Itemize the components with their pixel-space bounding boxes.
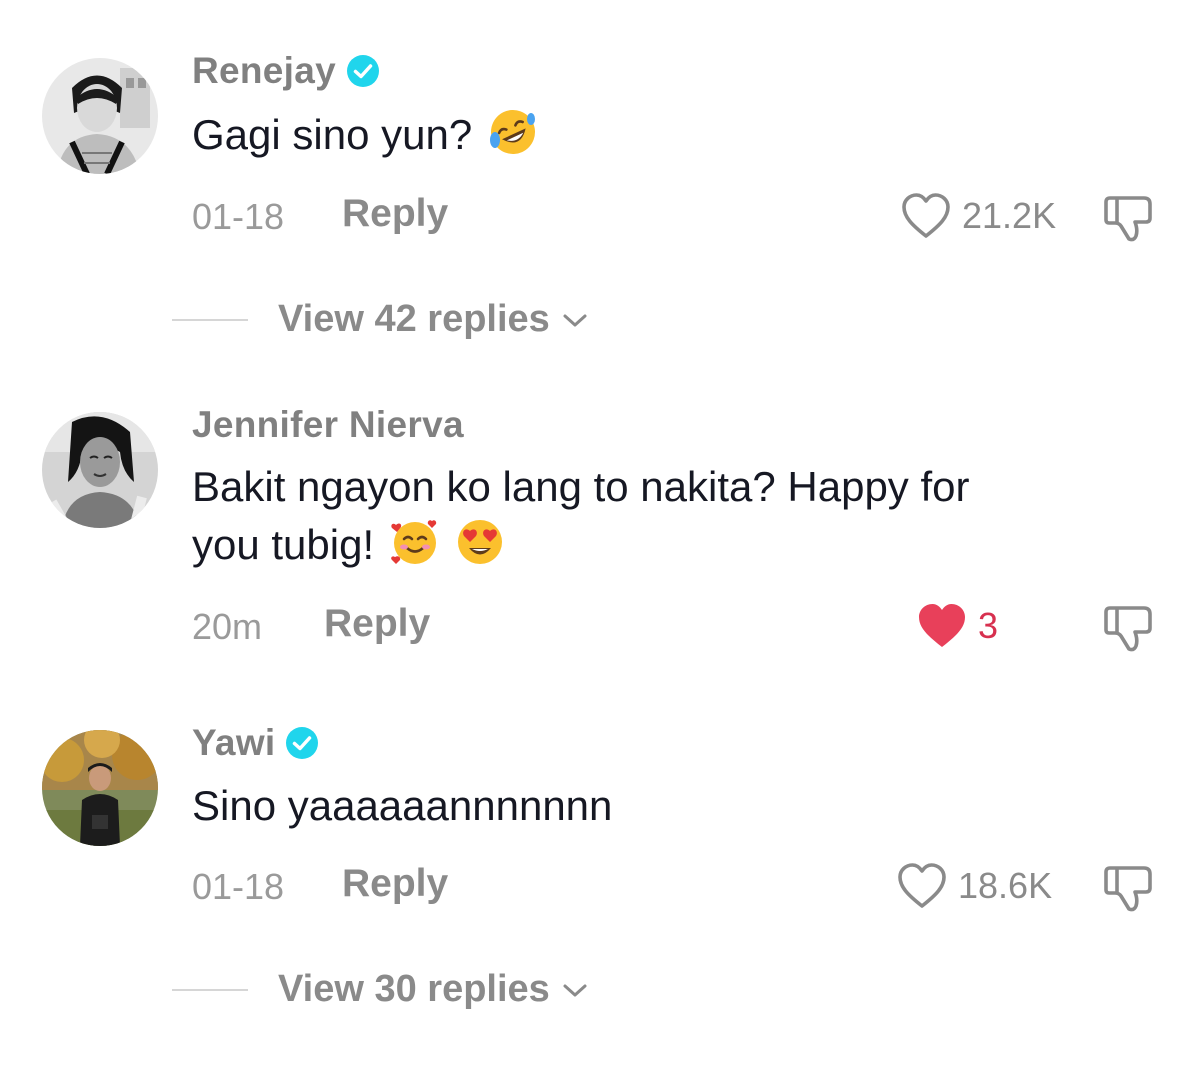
reply-button[interactable]: Reply xyxy=(324,602,430,646)
comment-username[interactable]: Renejay xyxy=(192,50,380,92)
comment-timestamp: 01-18 xyxy=(192,196,285,237)
comment-username[interactable]: Yawi xyxy=(192,722,319,764)
chevron-down-icon xyxy=(563,984,587,996)
username-text[interactable]: Jennifer Nierva xyxy=(192,404,464,446)
like-count: 21.2K xyxy=(962,195,1057,236)
divider-line xyxy=(172,988,248,991)
verified-badge-icon xyxy=(347,55,380,87)
like-button[interactable]: 3 xyxy=(916,602,998,650)
dislike-button[interactable] xyxy=(1100,600,1158,654)
comment-text-content: you tubig! xyxy=(192,521,375,568)
dislike-icon xyxy=(1104,866,1152,912)
heart-filled-icon xyxy=(919,604,965,647)
view-replies-button[interactable]: View 30 replies xyxy=(172,968,590,1011)
comment-text-line: Bakit ngayon ko lang to nakita? Happy fo… xyxy=(192,463,970,510)
divider-line xyxy=(172,318,248,321)
view-replies-button[interactable]: View 42 replies xyxy=(172,298,590,341)
dislike-button[interactable] xyxy=(1100,190,1158,244)
comment-text-line-2: you tubig! xyxy=(192,516,1132,574)
chevron-down-icon xyxy=(563,314,587,326)
username-text[interactable]: Renejay xyxy=(192,50,336,92)
dislike-button[interactable] xyxy=(1100,860,1158,914)
view-replies-label[interactable]: View 30 replies xyxy=(278,968,550,1011)
view-replies-label[interactable]: View 42 replies xyxy=(278,298,550,341)
dislike-icon xyxy=(1104,196,1152,242)
like-count: 18.6K xyxy=(958,865,1053,906)
smiling-face-with-hearts-emoji xyxy=(391,520,437,564)
heart-outline-icon xyxy=(898,863,946,908)
avatar[interactable] xyxy=(42,58,158,174)
username-text[interactable]: Yawi xyxy=(192,722,275,764)
reply-button[interactable]: Reply xyxy=(342,192,448,236)
avatar[interactable] xyxy=(42,730,158,846)
reply-button[interactable]: Reply xyxy=(342,862,448,906)
comment-timestamp: 01-18 xyxy=(192,866,285,907)
like-button[interactable]: 18.6K xyxy=(896,862,1052,910)
comment-text: Gagi sino yun? xyxy=(192,106,1132,164)
avatar[interactable] xyxy=(42,412,158,528)
heart-outline-icon xyxy=(902,193,950,238)
verified-badge-icon xyxy=(286,727,319,759)
dislike-icon xyxy=(1104,606,1152,652)
like-button[interactable]: 21.2K xyxy=(900,192,1056,240)
comment-text-content: Sino yaaaaaannnnnnn xyxy=(192,782,613,829)
comment-username[interactable]: Jennifer Nierva xyxy=(192,404,464,446)
heart-eyes-emoji xyxy=(458,520,503,564)
like-count: 3 xyxy=(978,605,999,646)
comment-text: Sino yaaaaaannnnnnn xyxy=(192,777,1132,835)
comment-text-content: Gagi sino yun? xyxy=(192,111,473,158)
comment-text: Bakit ngayon ko lang to nakita? Happy fo… xyxy=(192,458,1132,574)
rolling-on-floor-laughing-emoji xyxy=(489,110,535,154)
comment-timestamp: 20m xyxy=(192,606,263,647)
